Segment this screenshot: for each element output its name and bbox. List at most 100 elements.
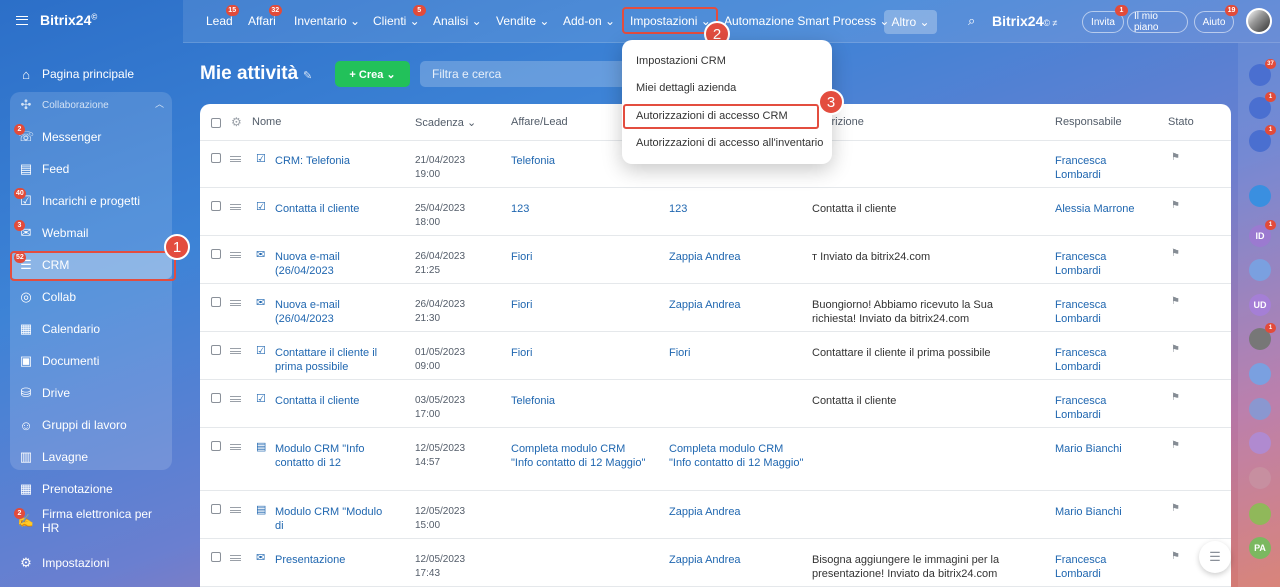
status-flag-icon[interactable]: ⚑ <box>1171 200 1180 211</box>
chat-icon[interactable]: 1 <box>1249 125 1276 152</box>
chat-avatar[interactable] <box>1249 467 1271 489</box>
pin-icon[interactable]: ✎ <box>303 69 312 82</box>
sidebar-item-feed[interactable]: ▤ Feed <box>10 155 172 183</box>
help-button[interactable]: Aiuto 19 <box>1194 5 1238 33</box>
status-flag-icon[interactable]: ⚑ <box>1171 551 1180 562</box>
row-checkbox[interactable] <box>211 297 221 307</box>
contact-link[interactable]: Zappia Andrea <box>669 298 804 312</box>
drag-handle-icon[interactable] <box>230 444 241 450</box>
sidebar-item-messenger[interactable]: ☏ 2 Messenger <box>10 123 172 151</box>
contact-link[interactable]: Zappia Andrea <box>669 553 804 567</box>
drag-handle-icon[interactable] <box>230 507 241 513</box>
status-flag-icon[interactable]: ⚑ <box>1171 392 1180 403</box>
row-checkbox[interactable] <box>211 249 221 259</box>
plan-button[interactable]: Il mio piano <box>1127 11 1188 33</box>
owner-link[interactable]: Alessia Marrone <box>1055 202 1155 216</box>
owner-link[interactable]: Francesca Lombardi <box>1055 553 1155 581</box>
activity-name-link[interactable]: Contatta il cliente <box>275 202 385 216</box>
user-avatar[interactable] <box>1246 8 1272 34</box>
activity-name-link[interactable]: Presentazione <box>275 553 385 567</box>
nav-item-automazione-smart-process[interactable]: Automazione Smart Process ⌄ <box>724 14 889 28</box>
column-header-deadline[interactable]: Scadenza ⌄ <box>415 116 476 129</box>
deal-link[interactable]: Fiori <box>511 250 646 264</box>
nav-item-vendite[interactable]: Vendite ⌄ <box>496 14 549 28</box>
status-flag-icon[interactable]: ⚑ <box>1171 152 1180 163</box>
nav-item-add-on[interactable]: Add-on ⌄ <box>563 14 615 28</box>
activity-name-link[interactable]: Contattare il cliente il prima possibile <box>275 346 385 374</box>
row-checkbox[interactable] <box>211 201 221 211</box>
ud-avatar[interactable]: UD <box>1249 294 1271 316</box>
task-icon[interactable] <box>1249 363 1271 385</box>
table-row[interactable]: ▤ Modulo CRM "Info contatto di 12 12/05/20… <box>200 428 1231 491</box>
more-menu-button[interactable]: Altro ⌄ <box>884 10 937 34</box>
drag-handle-icon[interactable] <box>230 252 241 258</box>
user-avatar[interactable]: 1 <box>1249 323 1276 350</box>
contact-link[interactable]: Zappia Andrea <box>669 250 804 264</box>
table-row[interactable]: ✉ Presentazione 12/05/2023 17:43 Zappia Andr… <box>200 539 1231 587</box>
contact-link[interactable]: Fiori <box>669 346 804 360</box>
group-icon[interactable] <box>1249 432 1271 454</box>
table-row[interactable]: ✉ Nuova e-mail (26/04/2023 26/04/2023 21:30… <box>200 284 1231 332</box>
activity-name-link[interactable]: Nuova e-mail (26/04/2023 <box>275 298 385 326</box>
search-icon[interactable]: ⌕ <box>968 13 975 29</box>
filter-search-input[interactable]: Filtra e cerca <box>420 61 630 87</box>
drag-handle-icon[interactable] <box>230 555 241 561</box>
column-header-deal[interactable]: Affare/Lead <box>511 116 568 128</box>
create-button[interactable]: + Crea ⌄ <box>335 61 410 87</box>
status-flag-icon[interactable]: ⚑ <box>1171 440 1180 451</box>
drag-handle-icon[interactable] <box>230 156 241 162</box>
deal-link[interactable]: 123 <box>511 202 646 216</box>
row-checkbox[interactable] <box>211 552 221 562</box>
activity-name-link[interactable]: CRM: Telefonia <box>275 154 385 168</box>
contact-link[interactable]: Completa modulo CRM "Info contatto di 12… <box>669 442 804 470</box>
activity-name-link[interactable]: Contatta il cliente <box>275 394 385 408</box>
owner-link[interactable]: Mario Bianchi <box>1055 442 1155 456</box>
pa-avatar[interactable]: PA <box>1249 537 1271 559</box>
table-row[interactable]: ☑ Contatta il cliente 03/05/2023 17:00 Telef… <box>200 380 1231 428</box>
table-row[interactable]: ☑ Contatta il cliente 25/04/2023 18:00 123 12… <box>200 188 1231 236</box>
deal-link[interactable]: Telefonia <box>511 394 646 408</box>
contact-link[interactable]: 123 <box>669 202 804 216</box>
deal-link[interactable]: Fiori <box>511 298 646 312</box>
drag-handle-icon[interactable] <box>230 348 241 354</box>
status-flag-icon[interactable]: ⚑ <box>1171 296 1180 307</box>
sidebar-item-calendario[interactable]: ▦ Calendario <box>10 315 172 343</box>
table-row[interactable]: ▤ Modulo CRM "Modulo di 12/05/2023 15:00 Zap… <box>200 491 1231 539</box>
activity-name-link[interactable]: Nuova e-mail (26/04/2023 <box>275 250 385 278</box>
menu-item-crm-settings[interactable]: Impostazioni CRM <box>636 55 726 67</box>
chevron-up-icon[interactable]: ︿ <box>155 97 164 110</box>
nav-item-inventario[interactable]: Inventario ⌄ <box>294 14 360 28</box>
row-checkbox[interactable] <box>211 393 221 403</box>
table-row[interactable]: ✉ Nuova e-mail (26/04/2023 26/04/2023 21:25… <box>200 236 1231 284</box>
nav-item-clienti[interactable]: Clienti ⌄ 5 <box>373 5 426 28</box>
invite-button[interactable]: Invita 1 <box>1082 5 1128 33</box>
sidebar-logo[interactable]: Bitrix24© <box>16 12 97 28</box>
deal-link[interactable]: Completa modulo CRM "Info contatto di 12… <box>511 442 646 470</box>
sidebar-item-collab[interactable]: ◎ Collab <box>10 283 172 311</box>
list-menu-button[interactable]: ☰ <box>1199 541 1231 573</box>
column-header-name[interactable]: Nome <box>252 116 281 128</box>
select-all-checkbox[interactable] <box>211 118 221 128</box>
owner-link[interactable]: Francesca Lombardi <box>1055 346 1155 374</box>
sidebar-item-prenotazione[interactable]: ▦ Prenotazione <box>10 475 172 503</box>
drag-handle-icon[interactable] <box>230 396 241 402</box>
status-flag-icon[interactable]: ⚑ <box>1171 344 1180 355</box>
row-checkbox[interactable] <box>211 345 221 355</box>
deal-link[interactable]: Fiori <box>511 346 646 360</box>
id-avatar[interactable]: ID 1 <box>1249 220 1276 247</box>
sidebar-item-firma-elettronica-per-hr[interactable]: ✍ 2 Firma elettronica per HR <box>10 507 172 535</box>
sidebar-item-documenti[interactable]: ▣ Documenti <box>10 347 172 375</box>
drag-handle-icon[interactable] <box>230 300 241 306</box>
group-icon[interactable] <box>1249 503 1271 525</box>
owner-link[interactable]: Francesca Lombardi <box>1055 298 1155 326</box>
sidebar-item-home[interactable]: ⌂ Pagina principale <box>10 60 172 88</box>
status-flag-icon[interactable]: ⚑ <box>1171 248 1180 259</box>
top-brand[interactable]: Bitrix24© ≠ <box>992 13 1057 29</box>
bookmark-icon[interactable] <box>1249 185 1271 207</box>
table-row[interactable]: ☑ Contattare il cliente il prima possibil… <box>200 332 1231 380</box>
column-header-owner[interactable]: Responsabile <box>1055 116 1122 128</box>
bell-icon[interactable]: 37 <box>1249 59 1276 86</box>
contact-link[interactable]: Zappia Andrea <box>669 505 804 519</box>
owner-link[interactable]: Francesca Lombardi <box>1055 154 1155 182</box>
menu-item-company-details[interactable]: Miei dettagli azienda <box>636 82 736 94</box>
